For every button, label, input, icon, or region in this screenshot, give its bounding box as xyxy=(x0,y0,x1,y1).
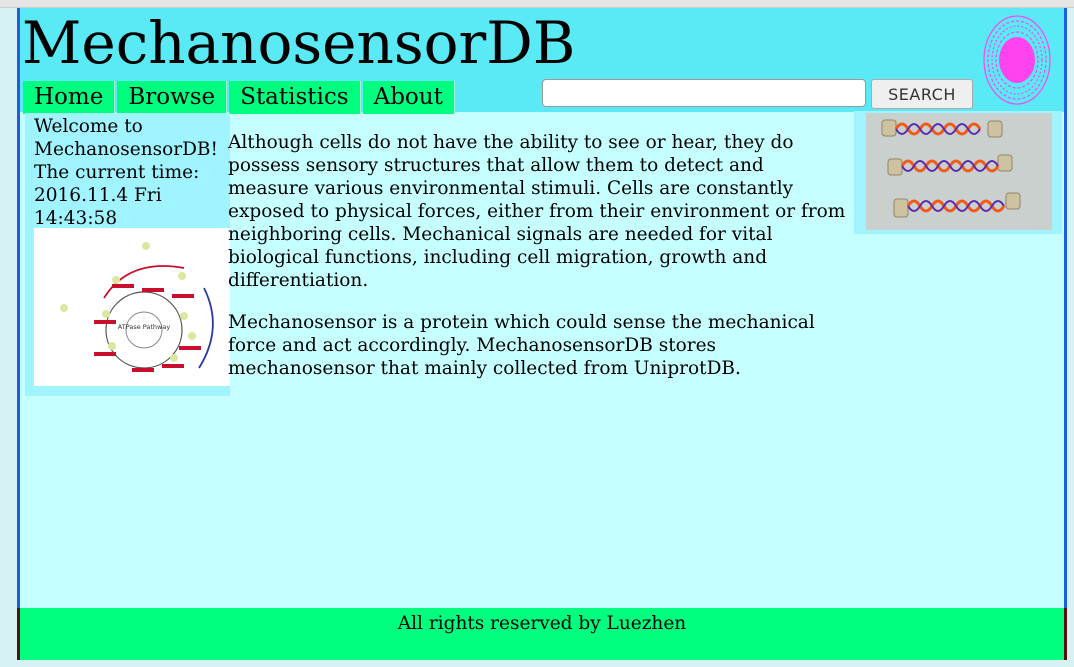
nav-statistics[interactable]: Statistics xyxy=(229,81,361,114)
current-time: 14:43:58 xyxy=(34,208,118,229)
site-title: MechanosensorDB xyxy=(22,9,576,77)
welcome-panel: Welcome to MechanosensorDB! The current … xyxy=(25,113,230,396)
atpase-pathway-figure: ATPase Pathway xyxy=(34,228,230,386)
header: MechanosensorDB Home Browse Statistics A… xyxy=(20,8,1064,114)
nav-about[interactable]: About xyxy=(362,81,455,114)
welcome-text: Welcome to MechanosensorDB! The current … xyxy=(34,115,218,230)
intro-paragraph: Although cells do not have the ability t… xyxy=(228,132,846,291)
welcome-line: Welcome to xyxy=(34,116,143,137)
search-input[interactable] xyxy=(542,79,866,107)
footer: All rights reserved by Luezhen xyxy=(17,608,1067,660)
search-button[interactable]: SEARCH xyxy=(871,79,973,109)
browser-top-strip xyxy=(0,0,1074,8)
bottom-strip xyxy=(0,660,1074,667)
nav-browse[interactable]: Browse xyxy=(117,81,228,114)
time-label: The current time: xyxy=(34,162,200,183)
figure-center-label: ATPase Pathway xyxy=(118,323,171,331)
spring-photo xyxy=(866,113,1052,230)
current-date: 2016.11.4 Fri xyxy=(34,185,162,206)
main-nav: Home Browse Statistics About xyxy=(23,81,455,114)
welcome-site-name: MechanosensorDB! xyxy=(34,139,218,160)
copyright-text: All rights reserved by Luezhen xyxy=(397,613,687,634)
spring-image-panel xyxy=(854,111,1062,234)
nav-home[interactable]: Home xyxy=(23,81,116,114)
description-paragraph: Mechanosensor is a protein which could s… xyxy=(228,312,815,379)
page-frame: MechanosensorDB Home Browse Statistics A… xyxy=(17,8,1067,608)
flower-logo-icon xyxy=(983,15,1051,105)
main-content: Although cells do not have the ability t… xyxy=(228,131,848,399)
